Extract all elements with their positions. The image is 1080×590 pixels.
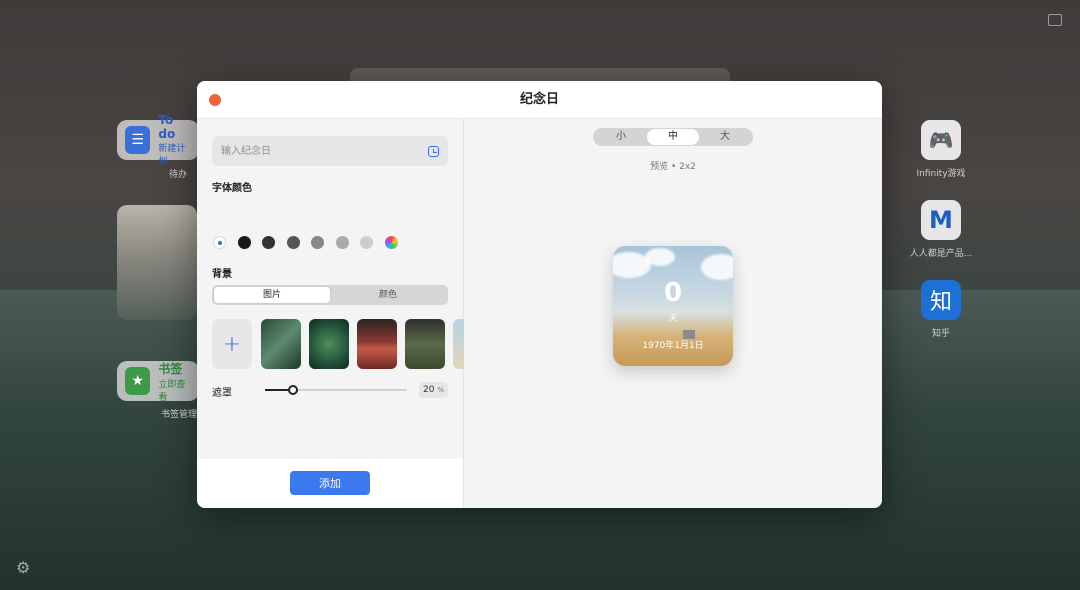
bookmark-subtitle: 立即查看 <box>158 379 186 403</box>
size-toggle: 小 中 大 <box>593 128 753 146</box>
bookmark-caption: 书签管理 <box>160 410 197 420</box>
preview-date: 1970年1月1日 <box>642 341 704 351</box>
photo-widget[interactable] <box>117 205 197 320</box>
mask-label: 遮罩 <box>212 388 232 399</box>
add-image-button[interactable]: + <box>212 319 252 369</box>
tab-color[interactable]: 颜色 <box>330 287 446 303</box>
settings-footer: 添加 <box>197 459 464 508</box>
mask-slider[interactable] <box>265 385 407 395</box>
todo-subtitle: 新建计划 <box>158 144 186 167</box>
bookmark-title: 书签 <box>158 361 183 376</box>
font-color-label: 字体颜色 <box>212 183 252 194</box>
font-color-swatch[interactable] <box>335 236 349 249</box>
preview-pane: 小 中 大 预览 • 2x2 0 天 1970年1月1日 <box>464 119 882 508</box>
font-color-swatch[interactable] <box>286 236 300 249</box>
preview-day-count: 0 <box>663 278 683 308</box>
preview-label: 预览 • 2x2 <box>650 162 696 172</box>
todo-widget[interactable]: ☰ To do 新建计划 <box>117 113 199 167</box>
dialog-header: 纪念日 <box>197 81 882 119</box>
anniversary-input[interactable] <box>212 136 422 166</box>
mask-value: 20 <box>423 385 435 395</box>
size-medium[interactable]: 中 <box>647 129 699 145</box>
layout-icon[interactable] <box>1048 14 1062 26</box>
woshipm-app[interactable]: M <box>921 200 961 240</box>
add-button[interactable]: 添加 <box>290 471 370 495</box>
infinity-game-label: Infinity游戏 <box>916 169 966 179</box>
size-large[interactable]: 大 <box>699 129 751 145</box>
font-color-swatch[interactable] <box>262 236 275 249</box>
star-icon: ★ <box>125 367 151 395</box>
mask-unit: % <box>437 386 444 394</box>
anniversary-input-wrap <box>212 136 448 166</box>
background-thumb[interactable] <box>453 319 464 369</box>
font-color-swatch[interactable] <box>360 236 373 249</box>
gear-icon[interactable]: ⚙ <box>16 558 30 577</box>
font-color-swatch[interactable] <box>311 236 324 249</box>
bookmark-widget[interactable]: ★ 书签 立即查看 <box>117 361 199 403</box>
tab-image[interactable]: 图片 <box>214 287 330 303</box>
preview-day-unit: 天 <box>668 314 678 324</box>
background-thumb[interactable] <box>405 319 445 369</box>
cloud-shape <box>701 254 733 280</box>
background-thumb[interactable] <box>261 319 301 369</box>
date-picker-icon[interactable] <box>428 146 439 157</box>
custom-color-swatch[interactable] <box>384 236 398 249</box>
settings-pane: 字体颜色 背景 图片 颜色 + 遮罩 20 % <box>197 119 464 459</box>
background-thumb[interactable] <box>357 319 397 369</box>
anniversary-dialog: 纪念日 字体颜色 背景 图片 颜色 + 遮罩 20 % 添加 小 中 <box>197 81 882 508</box>
background-thumb[interactable] <box>309 319 349 369</box>
todo-title: To do <box>158 113 176 141</box>
size-small[interactable]: 小 <box>595 129 647 145</box>
anniversary-preview-card: 0 天 1970年1月1日 <box>613 246 733 366</box>
infinity-game-app[interactable]: 🎮 <box>921 120 961 160</box>
background-type-toggle: 图片 颜色 <box>212 285 448 305</box>
font-color-swatch[interactable] <box>213 236 226 249</box>
background-label: 背景 <box>212 269 232 280</box>
zhihu-label: 知乎 <box>931 329 950 339</box>
font-color-swatch[interactable] <box>237 236 251 249</box>
zhihu-app[interactable]: 知 <box>921 280 961 320</box>
woshipm-label: 人人都是产品... <box>909 249 973 259</box>
mask-slider-knob[interactable] <box>288 385 299 395</box>
cloud-shape <box>645 248 675 266</box>
mask-percent-field[interactable]: 20 % <box>419 382 448 398</box>
dialog-title: 纪念日 <box>519 92 559 107</box>
list-icon: ☰ <box>125 126 151 154</box>
